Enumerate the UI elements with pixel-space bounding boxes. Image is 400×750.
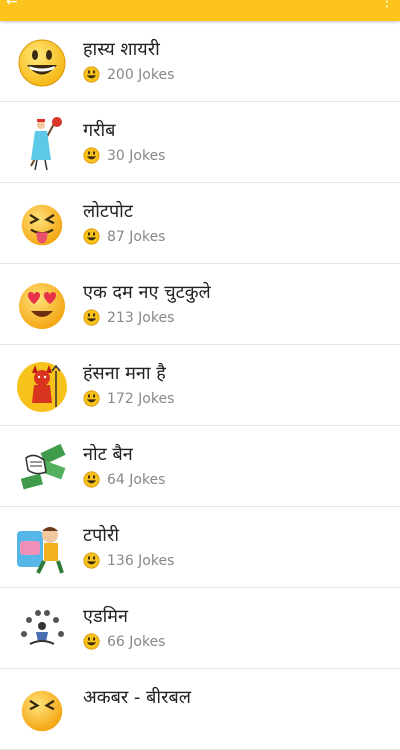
smiley-icon bbox=[83, 309, 100, 326]
smiley-icon bbox=[83, 390, 100, 407]
smiley-icon bbox=[83, 471, 100, 488]
tongue-face-icon bbox=[16, 685, 68, 737]
joke-count: 30 Jokes bbox=[107, 147, 166, 164]
tongue-face-icon bbox=[16, 199, 68, 251]
tapori-cartoon-icon bbox=[16, 523, 68, 575]
list-item[interactable]: हंसना मना है 172 Jokes bbox=[0, 345, 400, 426]
category-title: टपोरी bbox=[83, 525, 119, 546]
list-item[interactable]: एडमिन 66 Jokes bbox=[0, 588, 400, 669]
smiley-icon bbox=[83, 66, 100, 83]
joke-count: 200 Jokes bbox=[107, 66, 175, 83]
smiley-icon bbox=[83, 633, 100, 650]
category-title: गरीब bbox=[83, 120, 116, 141]
app-bar: ← ⋮ bbox=[0, 0, 400, 21]
list-item[interactable]: लोटपोट 87 Jokes bbox=[0, 183, 400, 264]
list-item[interactable]: टपोरी 136 Jokes bbox=[0, 507, 400, 588]
joke-count: 172 Jokes bbox=[107, 390, 175, 407]
list-item[interactable]: नोट बैन 64 Jokes bbox=[0, 426, 400, 507]
poor-man-icon bbox=[16, 117, 68, 171]
grinning-face-icon bbox=[16, 37, 68, 89]
joke-count: 64 Jokes bbox=[107, 471, 166, 488]
category-title: अकबर - बीरबल bbox=[83, 687, 191, 708]
joke-count: 136 Jokes bbox=[107, 552, 175, 569]
category-title: लोटपोट bbox=[83, 201, 133, 222]
joke-count: 213 Jokes bbox=[107, 309, 175, 326]
admin-juggler-icon bbox=[16, 604, 68, 656]
category-list: हास्य शायरी 200 Jokes गरीब 30 Jokes लोटप… bbox=[0, 21, 400, 750]
smiley-icon bbox=[83, 552, 100, 569]
list-item[interactable]: अकबर - बीरबल bbox=[0, 669, 400, 750]
category-title: हंसना मना है bbox=[83, 363, 166, 384]
back-arrow-icon[interactable]: ← bbox=[6, 0, 18, 10]
list-item[interactable]: हास्य शायरी 200 Jokes bbox=[0, 21, 400, 102]
heart-eyes-face-icon bbox=[16, 280, 68, 332]
smiley-icon bbox=[83, 147, 100, 164]
more-icon[interactable]: ⋮ bbox=[380, 0, 394, 10]
list-item[interactable]: एक दम नए चुटकुले 213 Jokes bbox=[0, 264, 400, 345]
category-title: हास्य शायरी bbox=[83, 39, 160, 60]
list-item[interactable]: गरीब 30 Jokes bbox=[0, 102, 400, 183]
category-title: नोट बैन bbox=[83, 444, 133, 465]
joke-count: 66 Jokes bbox=[107, 633, 166, 650]
joke-count: 87 Jokes bbox=[107, 228, 166, 245]
smiley-icon bbox=[83, 228, 100, 245]
devil-icon bbox=[16, 361, 68, 413]
money-fist-icon bbox=[16, 442, 68, 494]
category-title: एक दम नए चुटकुले bbox=[83, 282, 211, 303]
category-title: एडमिन bbox=[83, 606, 128, 627]
